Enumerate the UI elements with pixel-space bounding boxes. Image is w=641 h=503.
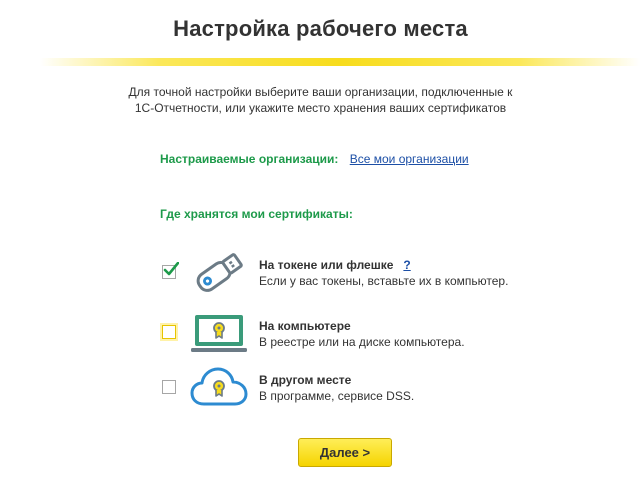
- organizations-row: Настраиваемые организации: Все мои орган…: [160, 152, 469, 166]
- all-organizations-link[interactable]: Все мои организации: [350, 152, 469, 166]
- intro-line-1: Для точной настройки выберите ваши орган…: [128, 85, 513, 99]
- laptop-certificate-icon: [191, 315, 247, 352]
- usb-flash-icon: [196, 253, 243, 292]
- token-checkbox[interactable]: [162, 262, 179, 279]
- other-place-checkbox[interactable]: [162, 380, 176, 394]
- title-underline: [40, 58, 640, 66]
- token-help-link[interactable]: ?: [403, 258, 410, 272]
- intro-line-2: 1С-Отчетности, или укажите место хранени…: [134, 101, 507, 115]
- page-title: Настройка рабочего места: [173, 16, 468, 41]
- cloud-certificate-icon: [190, 367, 248, 406]
- intro-text: Для точной настройки выберите ваши орган…: [0, 84, 641, 116]
- checkmark-icon: [163, 262, 179, 276]
- option-token[interactable]: На токене или флешке? Если у вас токены,…: [158, 250, 578, 298]
- next-button[interactable]: Далее >: [298, 438, 392, 467]
- token-option-title: На токене или флешке?: [259, 258, 411, 272]
- computer-option-description: В реестре или на диске компьютера.: [259, 335, 465, 349]
- option-computer[interactable]: На компьютере В реестре или на диске ком…: [158, 312, 578, 360]
- workplace-setup-page: Настройка рабочего места Для точной наст…: [0, 0, 641, 503]
- organizations-label: Настраиваемые организации:: [160, 152, 339, 166]
- other-place-option-title: В другом месте: [259, 373, 352, 387]
- token-option-description: Если у вас токены, вставьте их в компьют…: [259, 274, 509, 288]
- certificates-label: Где хранятся мои сертификаты:: [160, 207, 353, 221]
- computer-checkbox[interactable]: [162, 325, 176, 339]
- token-title-text: На токене или флешке: [259, 258, 394, 272]
- other-place-option-description: В программе, сервисе DSS.: [259, 389, 415, 403]
- option-other-place[interactable]: В другом месте В программе, сервисе DSS.: [158, 366, 578, 414]
- computer-option-title: На компьютере: [259, 319, 351, 333]
